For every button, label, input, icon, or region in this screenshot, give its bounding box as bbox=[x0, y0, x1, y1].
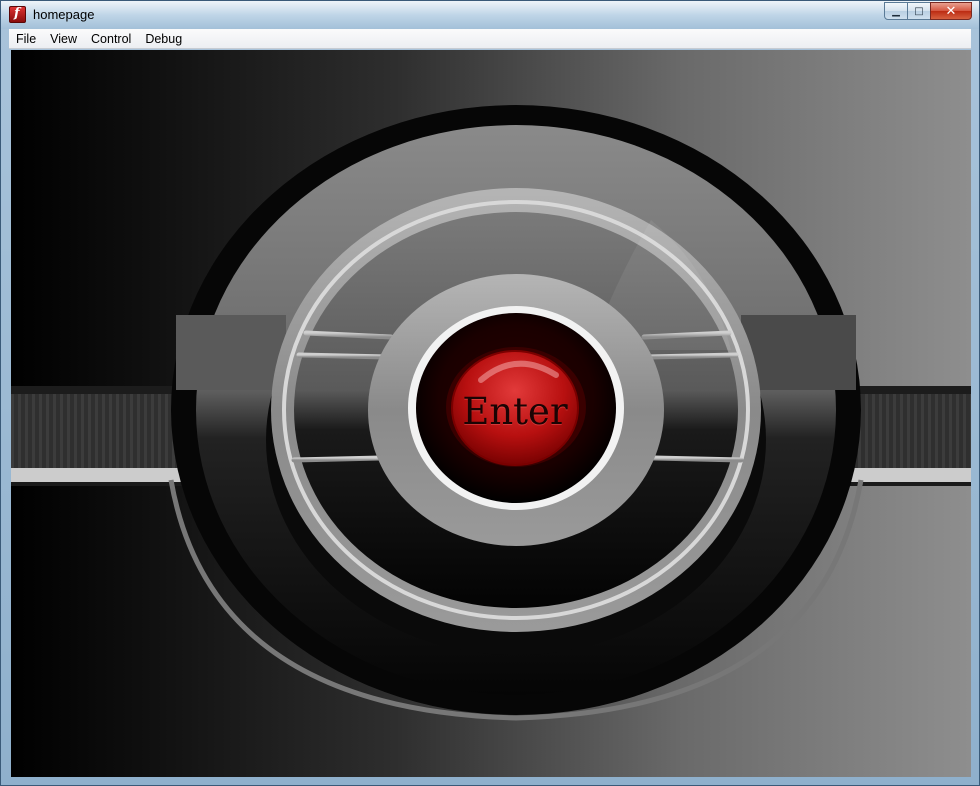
enter-button-label[interactable]: Enter bbox=[460, 387, 570, 437]
menu-debug[interactable]: Debug bbox=[138, 29, 189, 49]
minimize-button[interactable]: ▁ bbox=[884, 2, 908, 20]
menu-control[interactable]: Control bbox=[84, 29, 138, 49]
minimize-icon: ▁ bbox=[892, 5, 900, 17]
maximize-button[interactable]: □ bbox=[907, 2, 931, 20]
window-controls: ▁ □ ✕ bbox=[884, 2, 972, 20]
close-icon: ✕ bbox=[945, 3, 957, 19]
app-icon-glyph: f bbox=[14, 6, 20, 21]
title-bar[interactable]: f homepage ▁ □ ✕ bbox=[1, 1, 979, 29]
flash-player-icon[interactable]: f bbox=[9, 6, 26, 23]
close-button[interactable]: ✕ bbox=[930, 2, 972, 20]
menu-view[interactable]: View bbox=[43, 29, 84, 49]
maximize-icon: □ bbox=[914, 5, 924, 17]
app-window: f homepage ▁ □ ✕ File View Control Debug bbox=[0, 0, 980, 786]
menu-bar: File View Control Debug bbox=[9, 29, 971, 49]
menu-file[interactable]: File bbox=[9, 29, 43, 49]
window-title: homepage bbox=[33, 7, 95, 22]
flash-stage: Enter bbox=[11, 50, 971, 777]
